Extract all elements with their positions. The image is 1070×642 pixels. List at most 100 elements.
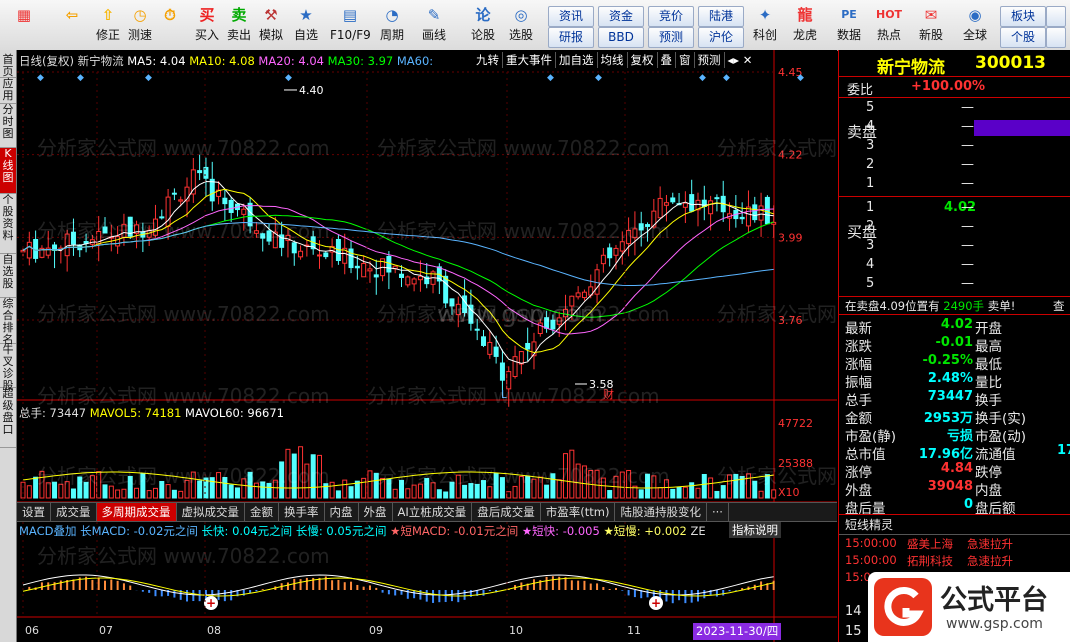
chart-top-button[interactable]: 预测 [695,52,725,68]
indicator-tab[interactable]: 外盘 [359,503,393,521]
toolbar-small-button[interactable]: 资金 [598,6,644,27]
toolbar-small-button[interactable]: BBD [598,27,644,48]
indicator-tab[interactable]: 盘后成交量 [472,503,541,521]
toolbar-extra-button[interactable] [1046,27,1066,48]
select-stock-icon: ◎ [514,6,528,24]
indicator-tab[interactable]: 陆股通持股变化 [615,503,707,521]
event-diamond-icon[interactable]: ◆ [723,73,730,83]
volume-bar [285,448,291,499]
indicator-tab[interactable]: 成交量 [51,503,97,521]
toolbar-button-label: F10/F9 [330,28,371,42]
toolbar-button[interactable]: ✦ 科创 [745,2,785,48]
event-diamond-icon[interactable]: ◆ [699,73,706,83]
left-tab[interactable]: 应用 [0,78,16,104]
event-marker-finance[interactable]: 财 [603,387,614,401]
toolbar-button[interactable]: ★ 自选 [286,2,326,48]
pencil-icon: ✎ [427,6,441,24]
chart-top-button[interactable]: 重大事件 [503,52,556,68]
toolbar-button[interactable]: ◉ 全球 [955,2,995,48]
toolbar-button[interactable]: ⇦ [52,2,92,48]
toolbar-small-button[interactable]: 研报 [548,27,594,48]
event-diamond-icon[interactable]: ◆ [797,73,804,83]
indicator-tab[interactable]: ··· [707,503,729,521]
volume-bar [399,479,404,499]
event-marker-l[interactable]: L [501,388,508,401]
indicator-tab[interactable]: 换手率 [279,503,325,521]
left-tab[interactable]: 首页 [0,54,16,78]
toolbar-small-button[interactable]: 沪伦 [698,27,744,48]
left-tab[interactable]: K线图 [0,148,16,194]
indicator-tab[interactable]: 多周期成交量 [96,503,177,521]
candle-body [373,274,379,278]
left-tab[interactable]: 个股资料 [0,194,16,254]
chart-close-icon[interactable]: ◂▸ ✕ [725,53,753,67]
left-tab[interactable]: 分时图 [0,104,16,148]
toolbar-button[interactable]: ✉ 新股 [911,2,951,48]
event-diamond-icon[interactable]: ◆ [547,73,554,83]
toolbar-extra-button[interactable] [1046,6,1066,27]
sell-level-volume: — [961,138,974,153]
sell-level-number: 2 [866,157,875,172]
toolbar-button[interactable]: 论论股 [463,2,503,48]
toolbar-button[interactable]: HOT 热点 [869,2,909,48]
toolbar-small-button[interactable]: 陆港 [698,6,744,27]
candle-body [506,371,512,390]
chart-top-button[interactable]: 窗 [676,52,695,68]
volume-bar [676,486,682,499]
clock-icon: ⏱ [164,6,176,24]
toolbar-button[interactable]: ▤ F10/F9 [330,2,371,48]
toolbar-small-button[interactable]: 个股 [1000,27,1046,48]
indicator-tab[interactable]: 市盈率(ttm) [541,503,616,521]
toolbar-button[interactable]: PE 数据 [829,2,869,48]
indicator-tab[interactable]: 设置 [17,503,51,521]
short-item-name[interactable]: 盛美上海 [907,536,953,552]
volume-bar [758,490,764,499]
chart-top-button[interactable]: 九转 [473,52,503,68]
toolbar-button[interactable]: ⏱ [150,2,190,48]
event-diamond-icon[interactable]: ◆ [37,73,44,83]
left-tab[interactable]: 超级盘口 [0,388,16,448]
toolbar-button[interactable]: 龍龙虎 [785,2,825,48]
toolbar-small-button[interactable]: 竞价 [648,6,694,27]
indicator-tab[interactable]: 虚拟成交量 [177,503,245,521]
kline-chart-area[interactable]: 4.45 4.22 3.99 3.76 47722 25388 X10 4.40 3.58 L 财 ◆… [17,50,1010,642]
event-diamond-icon[interactable]: ◆ [145,73,152,83]
short-line-title[interactable]: 短线精灵 [845,516,893,533]
toolbar-small-button[interactable]: 预测 [648,27,694,48]
toolbar-button-label: 数据 [836,28,861,42]
left-tab[interactable]: 牛叉诊股 [0,344,16,392]
toolbar-button[interactable]: ⚒ 模拟 [251,2,291,48]
volume-bar [253,482,259,499]
quote-label: 换手 [975,393,1002,409]
toolbar-button[interactable]: ✎ 画线 [414,2,454,48]
left-tab[interactable]: 综合排名 [0,298,16,346]
indicator-help-button[interactable]: 指标说明 [729,522,781,538]
toolbar-small-button[interactable]: 资讯 [548,6,594,27]
toolbar-small-button[interactable]: 板块 [1000,6,1046,27]
kline-chart-svg[interactable]: 4.454.223.993.764772225388X104.403.58L 财◆… [17,50,837,642]
event-diamond-icon[interactable]: ◆ [595,73,602,83]
chart-top-button[interactable]: 叠 [658,52,676,68]
toolbar-button[interactable]: ◔ 周期 [372,2,412,48]
left-tab[interactable]: 自选股 [0,254,16,298]
candle-body [764,196,770,225]
candle-body [487,341,493,355]
quote-value: 17.96亿 [918,447,973,462]
volume-bar [487,486,493,499]
chart-top-button[interactable]: 加自选 [556,52,598,68]
notice-more-link[interactable]: 查 [1053,298,1065,314]
indicator-tab[interactable]: AI立桩成交量 [393,503,473,521]
chart-top-button[interactable]: 均线 [598,52,628,68]
volume-bar [70,488,76,499]
toolbar-button[interactable]: ◎ 选股 [501,2,541,48]
candle-body [159,216,165,219]
candle-body [682,202,688,208]
indicator-tab[interactable]: 金额 [245,503,279,521]
toolbar-button[interactable]: ▦ [4,2,44,48]
event-diamond-icon[interactable]: ◆ [77,73,84,83]
indicator-tab[interactable]: 内盘 [325,503,359,521]
short-item-name[interactable]: 拓荆科技 [907,553,953,569]
volume-bar [714,490,720,499]
chart-top-button[interactable]: 复权 [628,52,658,68]
event-diamond-icon[interactable]: ◆ [285,73,292,83]
